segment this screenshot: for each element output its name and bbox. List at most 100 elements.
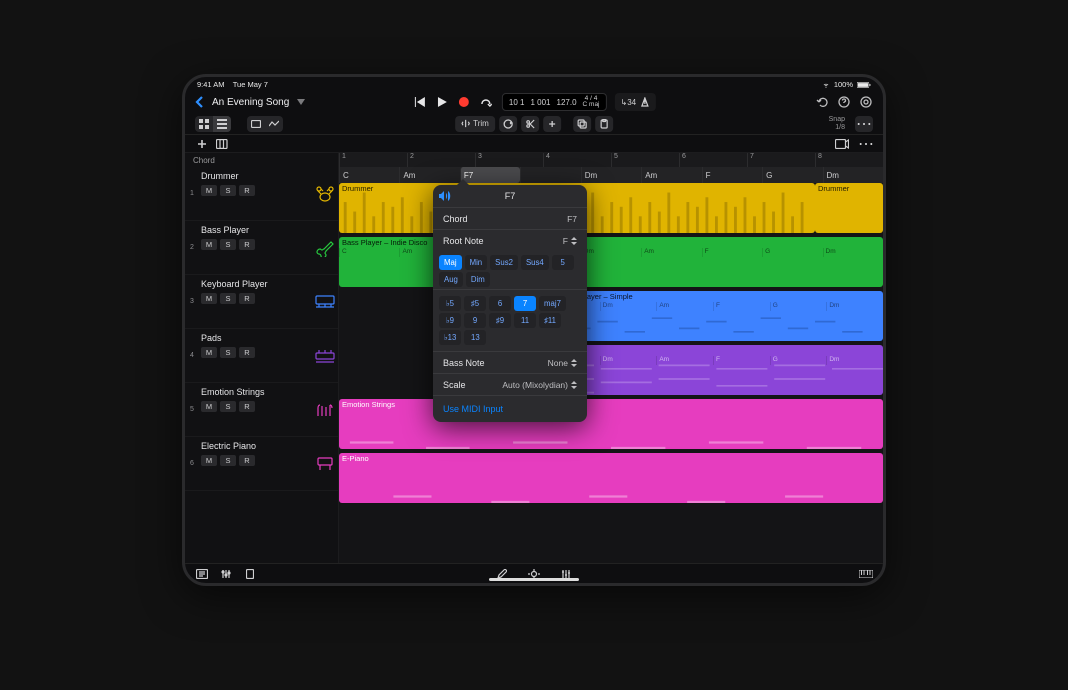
solo-button[interactable]: S [220, 185, 236, 196]
solo-button[interactable]: S [220, 455, 236, 466]
record-enable-button[interactable]: R [239, 401, 255, 412]
mute-button[interactable]: M [201, 401, 217, 412]
title-bar: An Evening Song 10 1 1 001 127.0 4 / 4C … [185, 91, 883, 113]
mixer-button[interactable] [219, 567, 233, 581]
ext-chip[interactable]: 13 [464, 330, 486, 345]
track-name: Drummer [201, 171, 308, 181]
status-bar: 9:41 AM Tue May 7 100% [185, 77, 883, 91]
region-view-button[interactable] [247, 116, 265, 132]
view-selector[interactable] [195, 116, 231, 132]
title-chevron-icon[interactable] [297, 99, 305, 105]
record-enable-button[interactable]: R [239, 185, 255, 196]
record-enable-button[interactable]: R [239, 239, 255, 250]
ext-chip[interactable]: ♯9 [489, 313, 511, 328]
strip-more-button[interactable]: ⋯ [859, 137, 873, 151]
solo-button[interactable]: S [220, 293, 236, 304]
snap-display[interactable]: Snap 1/8 [829, 116, 847, 131]
join-tool-button[interactable] [543, 116, 561, 132]
solo-button[interactable]: S [220, 347, 236, 358]
lcd-display[interactable]: 10 1 1 001 127.0 4 / 4C maj [502, 93, 607, 111]
track-row[interactable]: 5 Emotion Strings M S R [185, 383, 338, 437]
track-name: Bass Player [201, 225, 308, 235]
undo-button[interactable] [815, 95, 829, 109]
bass-note-row[interactable]: Bass Note None [433, 351, 587, 373]
ext-chip[interactable]: ♯5 [464, 296, 486, 311]
solo-button[interactable]: S [220, 401, 236, 412]
keyboard-button[interactable] [859, 567, 873, 581]
record-button[interactable] [456, 94, 472, 110]
help-button[interactable] [837, 95, 851, 109]
library-button[interactable] [215, 137, 229, 151]
lcd-sig-bottom: C maj [583, 101, 600, 108]
transport-controls [412, 94, 494, 110]
ext-chip[interactable]: 6 [489, 296, 511, 311]
chord-row[interactable]: Chord F7 [433, 207, 587, 229]
record-enable-button[interactable]: R [239, 455, 255, 466]
quality-chip[interactable]: Aug [439, 272, 463, 287]
add-track-button[interactable] [195, 137, 209, 151]
record-enable-button[interactable]: R [239, 293, 255, 304]
track-name: Emotion Strings [201, 387, 308, 397]
quality-chip[interactable]: 5 [552, 255, 574, 270]
record-enable-button[interactable]: R [239, 347, 255, 358]
quality-chips: Maj Min Sus2 Sus4 5 [433, 251, 587, 272]
rewind-button[interactable] [412, 94, 428, 110]
quality-chip[interactable]: Dim [466, 272, 490, 287]
grid-view-button[interactable] [195, 116, 213, 132]
mute-button[interactable]: M [201, 185, 217, 196]
loop-tool-button[interactable] [499, 116, 517, 132]
camera-button[interactable] [835, 137, 849, 151]
use-midi-input-link[interactable]: Use MIDI Input [443, 404, 503, 414]
arrange-area[interactable]: 1 2 3 4 5 6 7 8 C Am F7 Dm Am F G Dm [339, 153, 883, 563]
speaker-icon[interactable] [439, 191, 451, 201]
quality-chip[interactable]: Min [465, 255, 488, 270]
track-row[interactable]: 1 Drummer M S R [185, 167, 338, 221]
quality-chip[interactable]: Sus2 [490, 255, 518, 270]
ext-chip[interactable]: 9 [464, 313, 486, 328]
mute-button[interactable]: M [201, 239, 217, 250]
tracks-view-button[interactable] [213, 116, 231, 132]
track-row[interactable]: 6 Electric Piano M S R [185, 437, 338, 491]
track-row[interactable]: 3 Keyboard Player M S R [185, 275, 338, 329]
mute-button[interactable]: M [201, 455, 217, 466]
ext-chip[interactable]: 11 [514, 313, 536, 328]
ext-chip[interactable]: 7 [514, 296, 536, 311]
project-title[interactable]: An Evening Song [212, 97, 289, 108]
paste-tool-button[interactable] [595, 116, 613, 132]
automation-view-button[interactable] [265, 116, 283, 132]
ext-chip[interactable]: maj7 [539, 296, 566, 311]
lcd-bars: 10 1 [509, 98, 525, 107]
tempo-chip[interactable]: ↳34 [615, 93, 657, 111]
automation-selector[interactable] [247, 116, 283, 132]
keyboard-icon [312, 275, 338, 328]
more-button[interactable]: ⋯ [855, 116, 873, 132]
trim-tool-button[interactable]: Trim [455, 116, 495, 132]
ext-chip[interactable]: ♯11 [539, 313, 561, 328]
mute-button[interactable]: M [201, 347, 217, 358]
root-row[interactable]: Root Note F [433, 229, 587, 251]
quality-chip[interactable]: Maj [439, 255, 462, 270]
timeline-ruler[interactable]: 1 2 3 4 5 6 7 8 [339, 153, 883, 167]
play-button[interactable] [434, 94, 450, 110]
scale-row[interactable]: Scale Auto (Mixolydian) [433, 373, 587, 395]
loop-browser-button[interactable] [243, 567, 257, 581]
cycle-button[interactable] [478, 94, 494, 110]
track-row[interactable]: 2 Bass Player M S R [185, 221, 338, 275]
scissors-tool-button[interactable] [521, 116, 539, 132]
updown-icon [571, 381, 577, 389]
copy-tool-button[interactable] [573, 116, 591, 132]
quality-chip[interactable]: Sus4 [521, 255, 549, 270]
ext-chip[interactable]: ♭13 [439, 330, 461, 345]
ext-chip[interactable]: ♭9 [439, 313, 461, 328]
popover-title: F7 [505, 191, 516, 201]
track-row[interactable]: 4 Pads M S R [185, 329, 338, 383]
settings-button[interactable] [859, 95, 873, 109]
chord-track[interactable]: C Am F7 Dm Am F G Dm [339, 167, 883, 183]
chord-editor-popover: F7 Chord F7 Root Note F Maj Min Sus2 Sus… [433, 185, 587, 422]
ext-chip[interactable]: ♭5 [439, 296, 461, 311]
back-button[interactable] [195, 96, 204, 108]
mute-button[interactable]: M [201, 293, 217, 304]
solo-button[interactable]: S [220, 239, 236, 250]
status-time: 9:41 AM [197, 80, 225, 89]
note-pad-button[interactable] [195, 567, 209, 581]
